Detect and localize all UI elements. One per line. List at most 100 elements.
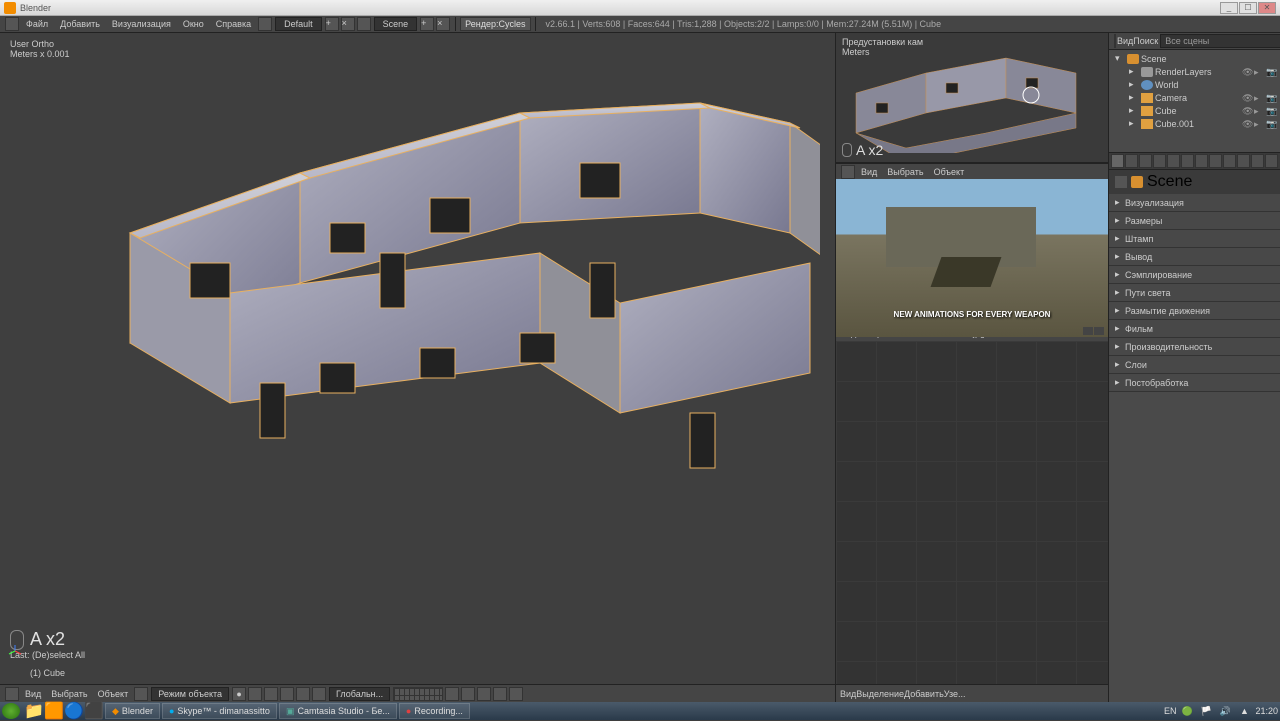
menu-window[interactable]: Окно xyxy=(177,19,210,29)
tab-material-icon[interactable] xyxy=(1223,154,1236,168)
mini-menu-view[interactable]: Вид xyxy=(856,167,882,177)
pivot-icon[interactable] xyxy=(248,687,262,701)
scene-add-icon[interactable]: + xyxy=(420,17,434,31)
lock-camera-icon[interactable] xyxy=(445,687,459,701)
tab-data-icon[interactable] xyxy=(1209,154,1222,168)
layout-dropdown[interactable]: Default xyxy=(275,17,322,31)
scale-gizmo-icon[interactable] xyxy=(312,687,326,701)
tab-world-icon[interactable] xyxy=(1153,154,1166,168)
tab-object-icon[interactable] xyxy=(1167,154,1180,168)
node-menu-view[interactable]: Вид xyxy=(840,689,856,699)
panel-header[interactable]: ▸Производительность xyxy=(1109,338,1280,355)
video-control-icon[interactable] xyxy=(1094,327,1104,335)
menu-render[interactable]: Визуализация xyxy=(106,19,177,29)
media-icon[interactable]: 🟧 xyxy=(46,703,62,719)
out-menu-view[interactable]: Вид xyxy=(1117,36,1133,46)
menu-help[interactable]: Справка xyxy=(210,19,257,29)
render-preview-icon[interactable] xyxy=(509,687,523,701)
task-camtasia[interactable]: ▣Camtasia Studio - Бе... xyxy=(279,703,397,719)
minimize-button[interactable]: _ xyxy=(1220,2,1238,14)
outliner-editor-icon[interactable] xyxy=(1114,34,1116,48)
task-blender[interactable]: ◆Blender xyxy=(105,703,160,719)
menu-add[interactable]: Добавить xyxy=(54,19,106,29)
node-menu-add[interactable]: Добавить xyxy=(904,689,944,699)
tray-lang[interactable]: EN xyxy=(1164,706,1177,716)
3d-viewport[interactable]: User Ortho Meters x 0.001 xyxy=(0,33,835,684)
mini-menu-obj[interactable]: Объект xyxy=(929,167,970,177)
outliner-item[interactable]: ▸Camera👁▸📷 xyxy=(1111,91,1278,104)
vp-menu-object[interactable]: Объект xyxy=(93,689,134,699)
mini-viewport[interactable]: Предустановки кам Meters xyxy=(836,33,1108,163)
outliner-item[interactable]: ▸Cube.001👁▸📷 xyxy=(1111,117,1278,130)
node-menu-node[interactable]: Узе... xyxy=(944,689,966,699)
mini-expand-icon[interactable] xyxy=(1094,35,1104,45)
orientation-dropdown[interactable]: Глобальн... xyxy=(329,687,390,701)
app-icon[interactable]: ⬛ xyxy=(86,703,102,719)
tab-scene-icon[interactable] xyxy=(1139,154,1152,168)
uv-grid[interactable] xyxy=(836,341,1108,684)
mini-editor-icon[interactable] xyxy=(841,165,855,179)
tray-flag-icon[interactable]: 🏳️ xyxy=(1200,705,1212,717)
panel-header[interactable]: ▸Вывод xyxy=(1109,248,1280,265)
proportional-icon[interactable] xyxy=(493,687,507,701)
snap-icon[interactable] xyxy=(461,687,475,701)
tray-clock[interactable]: 21:20 xyxy=(1255,706,1278,716)
mode-dropdown[interactable]: Режим объекта xyxy=(151,687,229,701)
editor-type-icon[interactable] xyxy=(5,687,19,701)
manipulator-icon[interactable] xyxy=(264,687,278,701)
scene-dropdown[interactable]: Scene xyxy=(374,17,418,31)
panel-header[interactable]: ▸Постобработка xyxy=(1109,374,1280,391)
tab-constraints-icon[interactable] xyxy=(1181,154,1194,168)
vp-menu-view[interactable]: Вид xyxy=(20,689,46,699)
rotate-gizmo-icon[interactable] xyxy=(296,687,310,701)
tab-render-icon[interactable] xyxy=(1111,154,1124,168)
panel-header[interactable]: ▸Сэмплирование xyxy=(1109,266,1280,283)
tab-modifiers-icon[interactable] xyxy=(1195,154,1208,168)
panel-header[interactable]: ▸Размытие движения xyxy=(1109,302,1280,319)
scene-browse-icon[interactable] xyxy=(357,17,371,31)
pin-icon[interactable] xyxy=(1115,176,1127,188)
translate-gizmo-icon[interactable] xyxy=(280,687,294,701)
layout-prev-icon[interactable] xyxy=(258,17,272,31)
out-menu-search[interactable]: Поиск xyxy=(1133,36,1158,46)
tab-layers-icon[interactable] xyxy=(1125,154,1138,168)
layers-grid-icon[interactable] xyxy=(393,687,443,701)
tray-volume-icon[interactable]: 🔊 xyxy=(1219,705,1231,717)
outliner-item[interactable]: ▸World xyxy=(1111,78,1278,91)
mode-icon[interactable] xyxy=(134,687,148,701)
explorer-icon[interactable]: 📁 xyxy=(26,703,42,719)
close-button[interactable]: ✕ xyxy=(1258,2,1276,14)
start-button[interactable] xyxy=(2,703,20,719)
tray-network-icon[interactable]: 🟢 xyxy=(1181,705,1193,717)
chrome-icon[interactable]: 🔵 xyxy=(66,703,82,719)
tray-app-icon[interactable]: ▲ xyxy=(1238,705,1250,717)
maximize-button[interactable]: ☐ xyxy=(1239,2,1257,14)
info-editor-icon[interactable] xyxy=(5,17,19,31)
menu-file[interactable]: Файл xyxy=(20,19,54,29)
panel-header[interactable]: ▸Пути света xyxy=(1109,284,1280,301)
panel-header[interactable]: ▸Визуализация xyxy=(1109,194,1280,211)
tab-texture-icon[interactable] xyxy=(1237,154,1250,168)
task-skype[interactable]: ●Skype™ - dimanassitto xyxy=(162,703,277,719)
outliner-filter[interactable] xyxy=(1160,34,1280,48)
layout-del-icon[interactable]: × xyxy=(341,17,355,31)
panel-header[interactable]: ▸Размеры xyxy=(1109,212,1280,229)
video-control-icon[interactable] xyxy=(1083,327,1093,335)
render-engine-dropdown[interactable]: Рендер:Cycles xyxy=(460,17,530,31)
snap-type-icon[interactable] xyxy=(477,687,491,701)
node-menu-select[interactable]: Выделение xyxy=(856,689,904,699)
outliner-item[interactable]: ▸Cube👁▸📷 xyxy=(1111,104,1278,117)
panel-header[interactable]: ▸Фильм xyxy=(1109,320,1280,337)
layout-add-icon[interactable]: + xyxy=(325,17,339,31)
shading-solid-icon[interactable]: ● xyxy=(232,687,246,701)
scene-del-icon[interactable]: × xyxy=(436,17,450,31)
outliner-item[interactable]: ▸RenderLayers👁▸📷 xyxy=(1111,65,1278,78)
panel-header[interactable]: ▸Слои xyxy=(1109,356,1280,373)
panel-header[interactable]: ▸Штамп xyxy=(1109,230,1280,247)
mini-menu-sel[interactable]: Выбрать xyxy=(882,167,928,177)
task-recording[interactable]: ●Recording... xyxy=(399,703,470,719)
tab-physics-icon[interactable] xyxy=(1265,154,1278,168)
tab-particles-icon[interactable] xyxy=(1251,154,1264,168)
outliner-item[interactable]: ▾Scene xyxy=(1111,52,1278,65)
vp-menu-select[interactable]: Выбрать xyxy=(46,689,92,699)
